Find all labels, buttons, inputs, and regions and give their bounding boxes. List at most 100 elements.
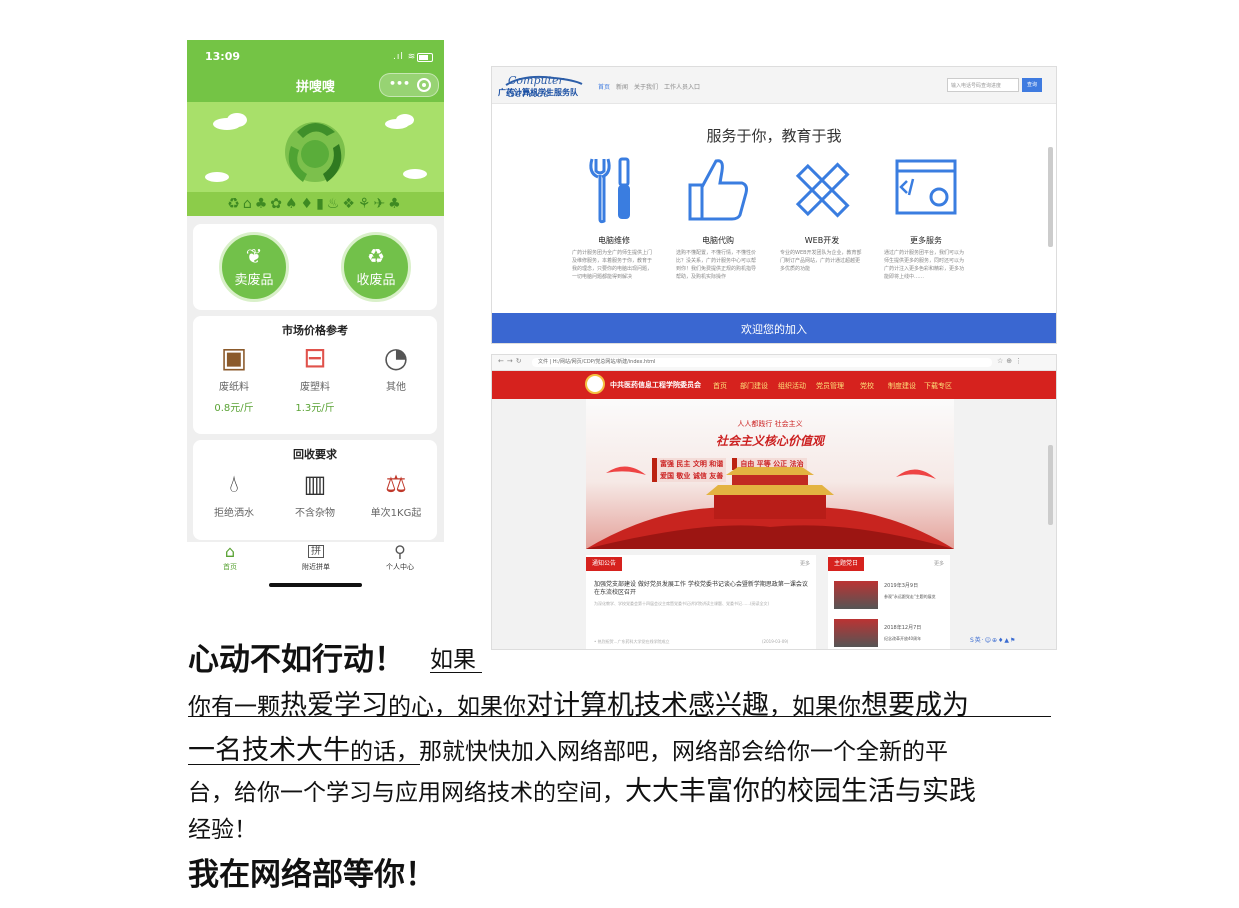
group-order-glyph: 拼 <box>308 545 324 558</box>
carousel-dots[interactable] <box>746 539 810 549</box>
tab-label: 附近拼单 <box>302 563 330 571</box>
sell-label: 卖废品 <box>234 273 274 288</box>
service-title: 更多服务 <box>910 236 942 245</box>
leaf-icon: ❦ <box>245 244 263 268</box>
service-repair[interactable]: 电脑维修 广药计服务团为全广药师生提供上门及维修服务，本着服务于你，教育于我的理… <box>564 155 664 281</box>
market-item-label: 废塑料 <box>300 382 330 393</box>
requirement-label: 拒绝洒水 <box>214 508 254 519</box>
address-bar[interactable]: 文件 | H:/网站/网页/CDP/党总网站/新建/index.html <box>532 358 992 367</box>
notice-more-link[interactable]: 更多 <box>800 560 810 567</box>
topic-thumbnail[interactable] <box>834 581 878 609</box>
hero-banner[interactable]: 人人都践行 社会主义 社会主义核心价值观 富强 民主 文明 和谐 自由 平等 公正… <box>586 399 954 549</box>
site-name: 中共医药信息工程学院委员会 <box>610 380 701 389</box>
topic-header: 主题党日 <box>828 557 865 571</box>
group-order-icon: 拼 <box>281 542 351 562</box>
market-item[interactable]: ▣ 废纸料 0.8元/斤 <box>199 340 269 414</box>
notice-date: (2019-03-09) <box>762 639 789 644</box>
nav-link-news[interactable]: 新闻 <box>616 82 628 91</box>
browser-nav-icons[interactable]: ←→↻ <box>498 357 525 365</box>
water-drop-icon: 💧︎ <box>229 470 239 498</box>
nav-link-members[interactable]: 党员管理 <box>816 381 844 391</box>
more-icon[interactable]: ••• <box>389 77 410 90</box>
buy-waste-button[interactable]: ♻ 收废品 <box>341 232 411 302</box>
topic-more-link[interactable]: 更多 <box>934 560 944 567</box>
search-button[interactable]: 查询 <box>1022 78 1042 92</box>
search-input[interactable]: 输入电话号码查询进度 <box>947 78 1019 92</box>
market-item-price: 1.3元/斤 <box>295 403 335 414</box>
tab-nearby-orders[interactable]: 拼 附近拼单 <box>281 542 351 572</box>
computer-service-website-screenshot: Computer Service 广药计算机学生服务队 首页 新闻 关于我们 工… <box>491 66 1057 344</box>
underline <box>430 672 482 673</box>
thumbs-up-icon <box>688 159 748 221</box>
scale-icon: ⚖ <box>385 470 407 498</box>
service-title: WEB开发 <box>804 236 840 245</box>
requirement-label: 单次1KG起 <box>370 508 422 519</box>
body-text-line4: 台，给你一个学习与应用网络技术的空间，大大丰富你的校园生活与实践 <box>188 769 976 808</box>
party-committee-website-screenshot: ←→↻ 文件 | H:/网站/网页/CDP/党总网站/新建/index.html… <box>491 354 1057 650</box>
market-item[interactable]: ◔ 其他 <box>361 340 431 393</box>
topic-thumbnail[interactable] <box>834 619 878 647</box>
topic-text[interactable]: 纪念改革开放40周年 <box>884 635 946 642</box>
market-item[interactable]: ⊟ 废塑料 1.3元/斤 <box>280 340 350 414</box>
trash-bin-icon: ▥ <box>303 470 327 498</box>
nav-link-home[interactable]: 首页 <box>713 381 727 391</box>
pie-chart-icon: ◔ <box>383 341 409 374</box>
nav-link-staff[interactable]: 工作人员入口 <box>664 82 700 91</box>
body-text-line1-tail: 如果 <box>430 647 476 673</box>
service-web-dev[interactable]: WEB开发 专业的WEB开发团队为企业，教育部门制订产品网站，广药计通过超越更多… <box>772 155 872 273</box>
service-title: 电脑代购 <box>702 236 734 245</box>
browser-menu-icons[interactable]: ☆⊕⋮ <box>997 357 1025 365</box>
tab-profile[interactable]: ⚲ 个人中心 <box>365 542 435 572</box>
requirement-item: ▥ 不含杂物 <box>280 466 350 519</box>
site-header: 中共医药信息工程学院委员会 首页 部门建设 组织活动 党员管理 党校 制度建设 … <box>492 371 1056 399</box>
body-text: 台，给你一个学习与应用网络技术的空间， <box>188 780 625 806</box>
service-purchase[interactable]: 电脑代购 选购不懂配置，不懂行情，不懂性价比？没关系，广药计服务中心可以帮到你！… <box>668 155 768 281</box>
requirements-title: 回收要求 <box>293 448 337 461</box>
nav-link-school[interactable]: 党校 <box>860 381 874 391</box>
status-time: 13:09 <box>205 50 241 63</box>
nav-link-department[interactable]: 部门建设 <box>740 381 768 391</box>
nav-link-activities[interactable]: 组织活动 <box>778 381 806 391</box>
recycle-icon: ♻ <box>367 244 385 268</box>
eco-icons-strip: ♻⌂♣✿♠♦▮♨❖⚘✈♣ <box>187 192 444 216</box>
close-target-icon[interactable] <box>417 78 431 92</box>
site-logo[interactable]: Computer Service 广药计算机学生服务队 <box>498 72 590 100</box>
nav-link-home[interactable]: 首页 <box>598 82 610 91</box>
notice-headline[interactable]: 加强党支部建设 做好党员发展工作 学校党委书记谈心会暨新学期思政第一课会议在东流… <box>594 581 808 597</box>
nav-link-rules[interactable]: 制度建设 <box>888 381 916 391</box>
ruler-pencil-icon <box>795 162 850 218</box>
service-title: 电脑维修 <box>598 236 630 245</box>
cardboard-box-icon: ▣ <box>220 341 248 374</box>
market-item-label: 废纸料 <box>219 382 249 393</box>
scrollbar[interactable] <box>1048 147 1053 247</box>
scrollbar[interactable] <box>1048 445 1053 525</box>
notice-panel: 通知公告 更多 加强党支部建设 做好党员发展工作 学校党委书记谈心会暨新学期思政… <box>586 555 816 649</box>
sell-waste-button[interactable]: ❦ 卖废品 <box>219 232 289 302</box>
logo-text: 广药计算机学生服务队 <box>498 88 578 97</box>
user-icon: ⚲ <box>394 542 406 561</box>
browser-chrome: ←→↻ 文件 | H:/网站/网页/CDP/党总网站/新建/index.html… <box>492 355 1056 371</box>
tab-home[interactable]: ⌂ 首页 <box>195 542 265 572</box>
miniprogram-capsule[interactable]: ••• <box>379 73 439 97</box>
signal-icon: .ıl ≋ <box>393 52 417 62</box>
nav-link-download[interactable]: 下载专区 <box>924 381 952 391</box>
notice-list-item[interactable]: • 热烈祝贺...广东药科大学党在线学院成立 <box>594 639 669 645</box>
topic-text[interactable]: 参观"永远跟党走"主题的展览 <box>884 593 946 600</box>
plastic-basket-icon: ⊟ <box>303 341 327 374</box>
tab-label: 首页 <box>223 563 237 571</box>
notice-summary: 为深化教学、学校党委会第十四届会议主席暨党委书记讲学院讲读主课题、党委书记……(… <box>594 601 770 606</box>
nav-link-about[interactable]: 关于我们 <box>634 82 658 91</box>
requirement-label: 不含杂物 <box>295 508 335 519</box>
buy-label: 收废品 <box>356 273 396 288</box>
body-text: 的话，那就快快加入网络部吧，网络部会给你一个全新的平 <box>350 739 948 765</box>
home-icon: ⌂ <box>224 542 236 561</box>
trade-card: ❦ 卖废品 ♻ 收废品 <box>193 224 437 310</box>
notice-header: 通知公告 <box>586 557 623 571</box>
market-item-price: 0.8元/斤 <box>214 403 254 414</box>
body-text-emphasis: 大大丰富你的校园生活与实践 <box>625 776 976 807</box>
battery-icon <box>417 53 433 62</box>
wrench-screwdriver-icon <box>589 157 630 224</box>
service-more[interactable]: 更多服务 通过广药计服务团平台，我们可以为师生提供更多的服务，同时还可以为广药计… <box>876 155 976 281</box>
system-tray-icons: S英·☺⊕♦▲⚑ <box>970 637 1017 644</box>
join-banner[interactable]: 欢迎您的加入 <box>492 313 1056 343</box>
